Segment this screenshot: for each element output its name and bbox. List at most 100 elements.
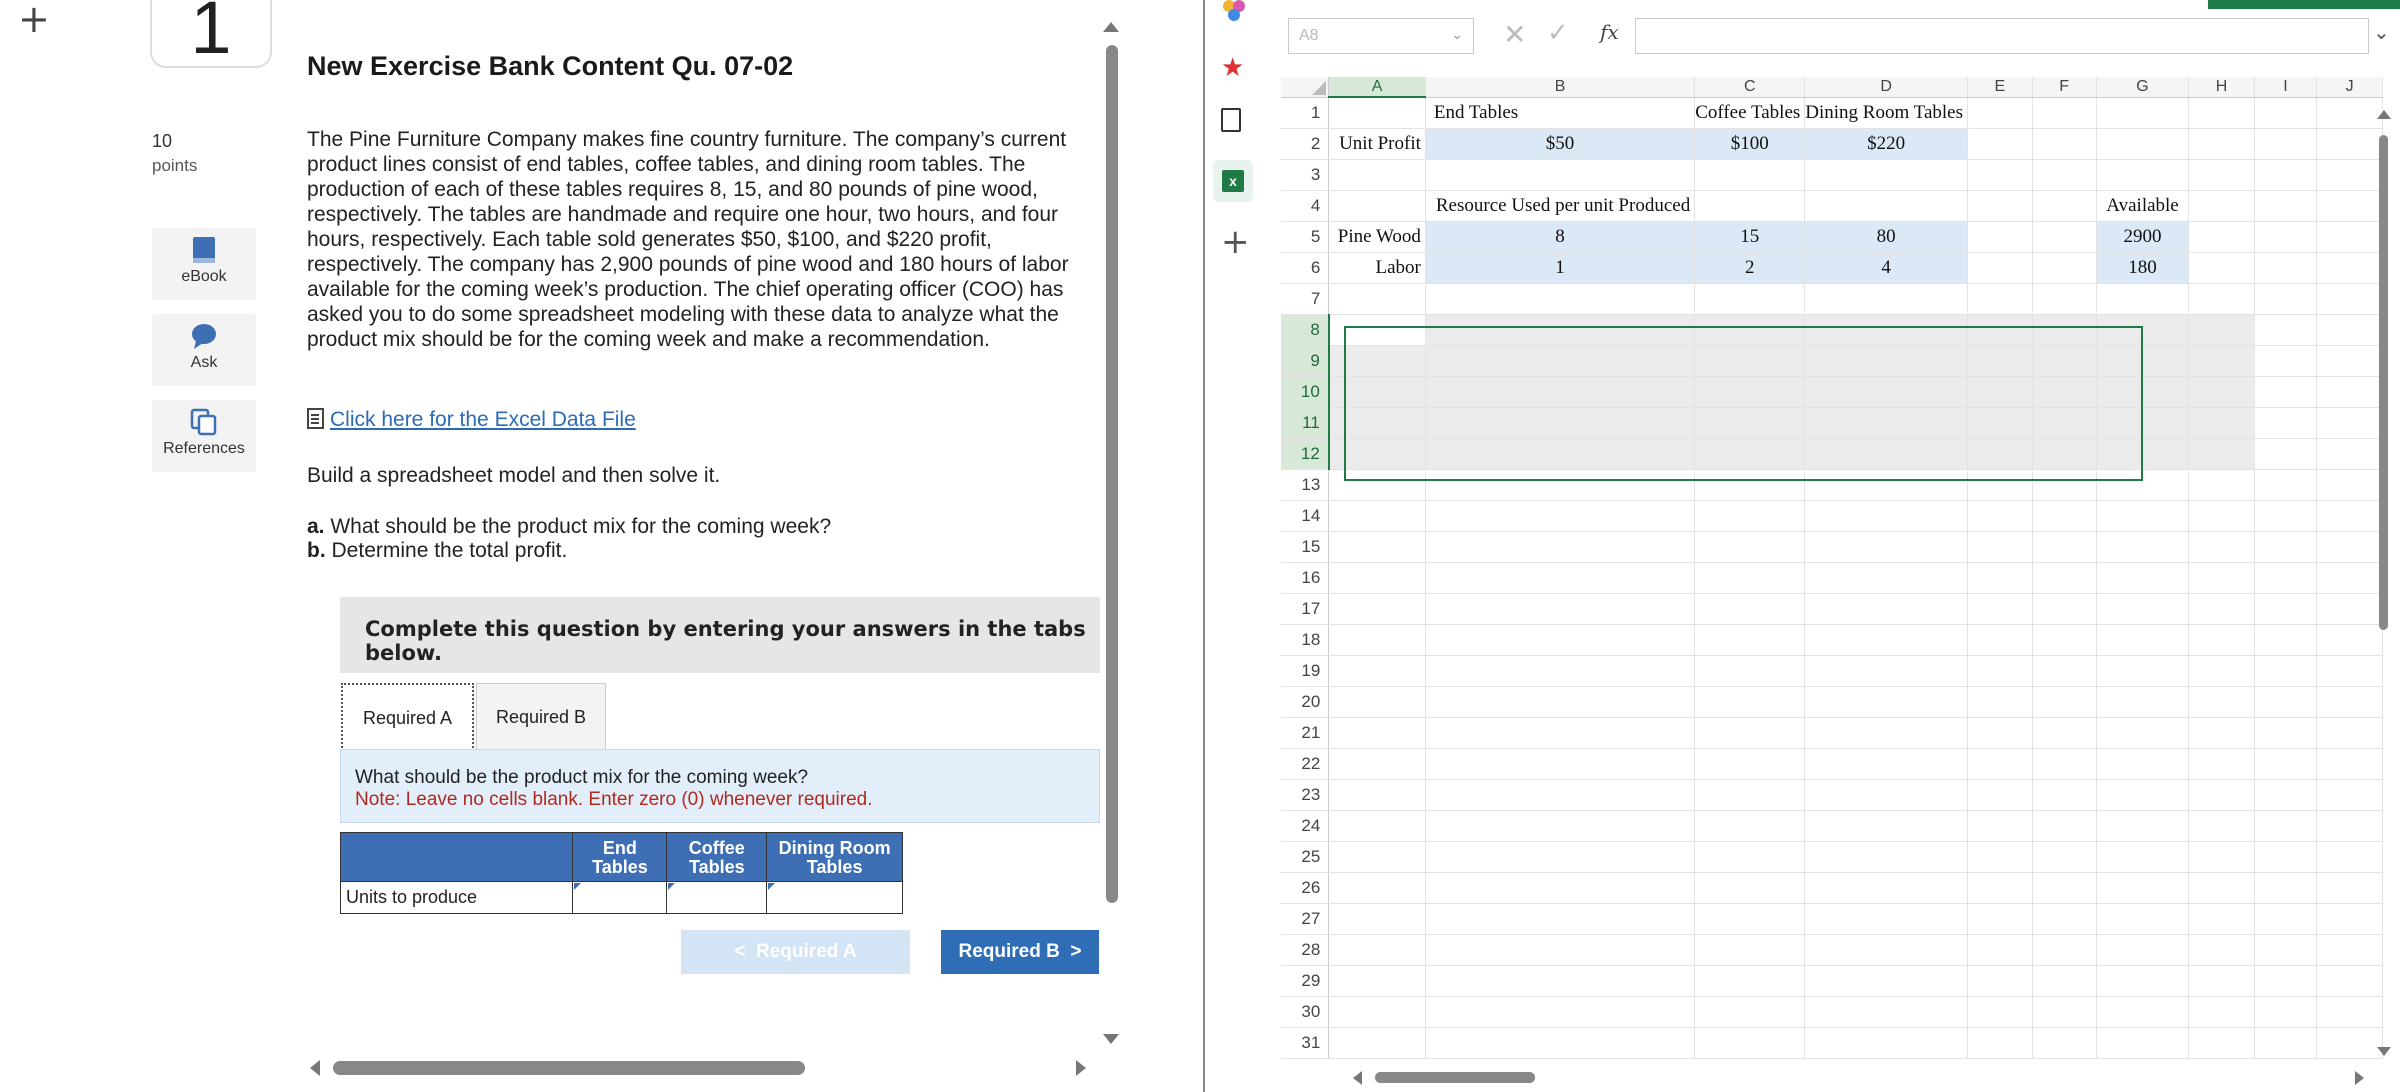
cell-i12[interactable] xyxy=(2254,438,2318,470)
row-header-11[interactable]: 11 xyxy=(1281,407,1330,439)
cell-f8[interactable] xyxy=(2032,314,2097,346)
cell-j17[interactable] xyxy=(2316,593,2383,625)
tab-required-b[interactable]: Required B xyxy=(476,683,606,751)
cell-d21[interactable] xyxy=(1804,717,1968,749)
cell-j27[interactable] xyxy=(2316,903,2383,935)
cell-h13[interactable] xyxy=(2188,469,2255,501)
cell-h18[interactable] xyxy=(2188,624,2255,656)
sheet-scroll-down-icon[interactable] xyxy=(2377,1047,2391,1056)
cell-c14[interactable] xyxy=(1694,500,1806,532)
cell-a6[interactable]: Labor xyxy=(1328,252,1426,284)
cell-i9[interactable] xyxy=(2254,345,2318,377)
scroll-left-arrow-icon[interactable] xyxy=(310,1060,320,1076)
cell-d26[interactable] xyxy=(1804,872,1968,904)
cell-j12[interactable] xyxy=(2316,438,2383,470)
cell-g15[interactable] xyxy=(2096,531,2190,563)
cell-h12[interactable] xyxy=(2188,438,2255,470)
horizontal-scrollbar-thumb[interactable] xyxy=(333,1061,805,1075)
row-header-20[interactable]: 20 xyxy=(1281,686,1330,718)
row-header-22[interactable]: 22 xyxy=(1281,748,1330,780)
cell-b11[interactable] xyxy=(1425,407,1696,439)
cell-h16[interactable] xyxy=(2188,562,2255,594)
cell-g16[interactable] xyxy=(2096,562,2190,594)
cell-d6[interactable]: 4 xyxy=(1804,252,1968,284)
cell-f22[interactable] xyxy=(2032,748,2097,780)
column-header-a[interactable]: A xyxy=(1328,77,1426,98)
cell-i10[interactable] xyxy=(2254,376,2318,408)
cell-d13[interactable] xyxy=(1804,469,1968,501)
cell-g2[interactable] xyxy=(2096,128,2190,160)
cell-i14[interactable] xyxy=(2254,500,2318,532)
cell-c13[interactable] xyxy=(1694,469,1806,501)
cell-a10[interactable] xyxy=(1328,376,1426,408)
cell-f9[interactable] xyxy=(2032,345,2097,377)
cell-b1[interactable]: End Tables xyxy=(1425,97,1696,129)
cell-a5[interactable]: Pine Wood xyxy=(1328,221,1426,253)
cell-i18[interactable] xyxy=(2254,624,2318,656)
cell-e23[interactable] xyxy=(1967,779,2033,811)
cell-d2[interactable]: $220 xyxy=(1804,128,1968,160)
row-header-18[interactable]: 18 xyxy=(1281,624,1330,656)
cell-b12[interactable] xyxy=(1425,438,1696,470)
cell-f6[interactable] xyxy=(2032,252,2097,284)
row-header-9[interactable]: 9 xyxy=(1281,345,1330,377)
cell-h7[interactable] xyxy=(2188,283,2255,315)
cell-j21[interactable] xyxy=(2316,717,2383,749)
formula-bar-input[interactable] xyxy=(1635,18,2369,54)
input-coffee-tables[interactable] xyxy=(667,882,767,913)
cell-j7[interactable] xyxy=(2316,283,2383,315)
excel-app-icon[interactable]: x xyxy=(1213,160,1253,202)
cell-c8[interactable] xyxy=(1694,314,1806,346)
copilot-icon[interactable] xyxy=(1221,0,1247,22)
cell-d28[interactable] xyxy=(1804,934,1968,966)
cell-e15[interactable] xyxy=(1967,531,2033,563)
cell-b27[interactable] xyxy=(1425,903,1696,935)
cell-f18[interactable] xyxy=(2032,624,2097,656)
cell-c2[interactable]: $100 xyxy=(1694,128,1806,160)
row-header-5[interactable]: 5 xyxy=(1281,221,1330,253)
cell-g9[interactable] xyxy=(2096,345,2190,377)
cell-f17[interactable] xyxy=(2032,593,2097,625)
cell-j1[interactable] xyxy=(2316,97,2383,129)
cell-f10[interactable] xyxy=(2032,376,2097,408)
cell-d9[interactable] xyxy=(1804,345,1968,377)
cell-i27[interactable] xyxy=(2254,903,2318,935)
cell-d10[interactable] xyxy=(1804,376,1968,408)
cell-i5[interactable] xyxy=(2254,221,2318,253)
cell-j19[interactable] xyxy=(2316,655,2383,687)
row-header-29[interactable]: 29 xyxy=(1281,965,1330,997)
cell-c24[interactable] xyxy=(1694,810,1806,842)
cell-g23[interactable] xyxy=(2096,779,2190,811)
cell-h25[interactable] xyxy=(2188,841,2255,873)
cell-e12[interactable] xyxy=(1967,438,2033,470)
cell-g13[interactable] xyxy=(2096,469,2190,501)
cell-f23[interactable] xyxy=(2032,779,2097,811)
row-header-14[interactable]: 14 xyxy=(1281,500,1330,532)
cell-j23[interactable] xyxy=(2316,779,2383,811)
cell-e22[interactable] xyxy=(1967,748,2033,780)
cell-a21[interactable] xyxy=(1328,717,1426,749)
cell-c10[interactable] xyxy=(1694,376,1806,408)
cell-f2[interactable] xyxy=(2032,128,2097,160)
vertical-scrollbar-thumb[interactable] xyxy=(1106,45,1118,903)
cell-g20[interactable] xyxy=(2096,686,2190,718)
row-header-25[interactable]: 25 xyxy=(1281,841,1330,873)
cell-h23[interactable] xyxy=(2188,779,2255,811)
cell-i1[interactable] xyxy=(2254,97,2318,129)
cell-f21[interactable] xyxy=(2032,717,2097,749)
cell-a11[interactable] xyxy=(1328,407,1426,439)
cell-i4[interactable] xyxy=(2254,190,2318,222)
cell-d1[interactable]: Dining Room Tables xyxy=(1804,97,1968,129)
cell-f13[interactable] xyxy=(2032,469,2097,501)
cell-c27[interactable] xyxy=(1694,903,1806,935)
cell-g4[interactable]: Available xyxy=(2096,190,2190,222)
cell-e16[interactable] xyxy=(1967,562,2033,594)
scroll-up-arrow-icon[interactable] xyxy=(1103,22,1119,32)
cell-c3[interactable] xyxy=(1694,159,1806,191)
cell-b2[interactable]: $50 xyxy=(1425,128,1696,160)
cell-b4[interactable]: Resource Used per unit Produced xyxy=(1425,190,1696,222)
cell-e25[interactable] xyxy=(1967,841,2033,873)
fx-icon[interactable]: fx xyxy=(1600,20,1619,44)
cell-e8[interactable] xyxy=(1967,314,2033,346)
cell-g5[interactable]: 2900 xyxy=(2096,221,2190,253)
